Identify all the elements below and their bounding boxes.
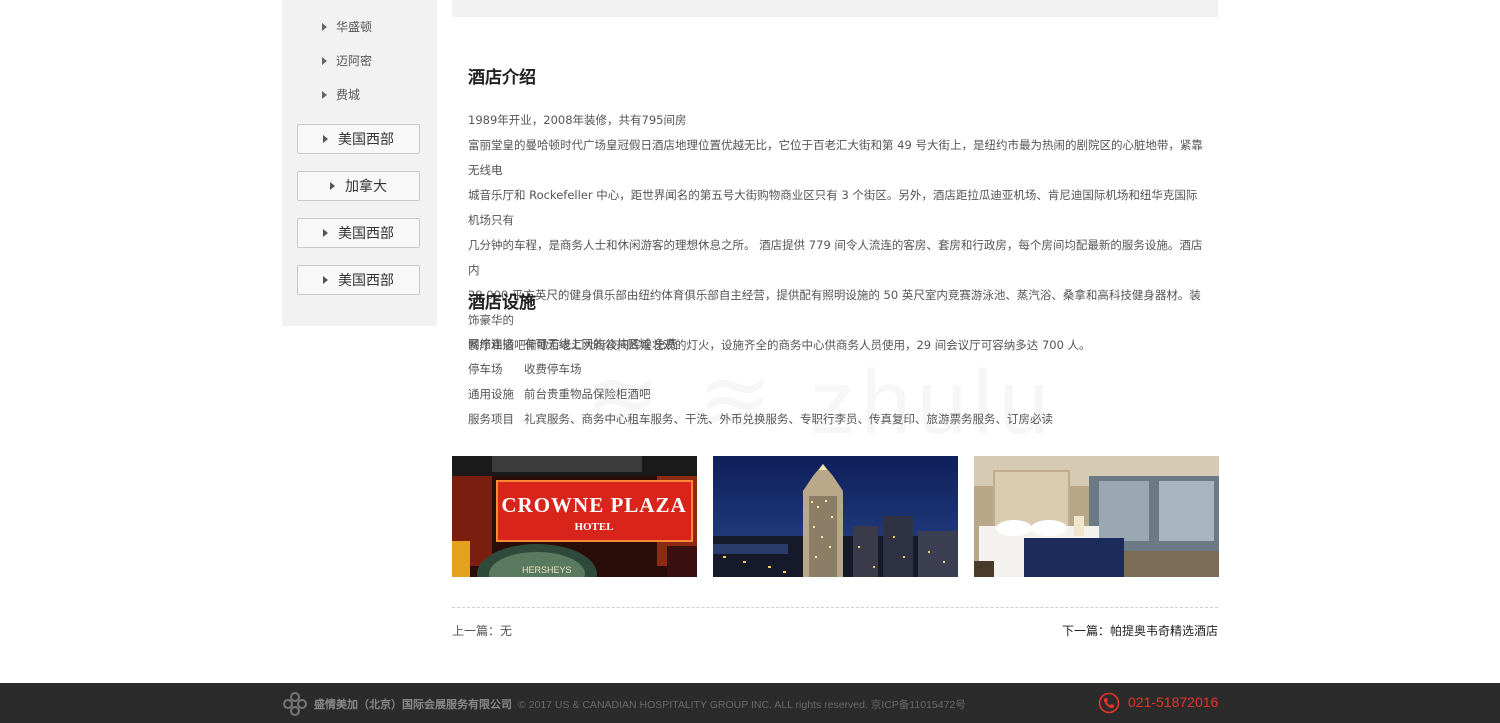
hotel-photo-room[interactable] (974, 456, 1219, 577)
section-title-facilities: 酒店设施 (468, 293, 536, 313)
sign-subtext: HOTEL (574, 521, 613, 533)
skyline-image (713, 456, 958, 577)
caret-right-icon (322, 23, 327, 31)
caret-right-icon (322, 91, 327, 99)
content-divider (452, 607, 1218, 608)
company-logo-icon (283, 692, 307, 716)
sidebar: 华盛顿 迈阿密 费城 美国西部 加拿大 美国西部 美国西部 (282, 0, 437, 326)
region-button-us-west-3[interactable]: 美国西部 (297, 265, 420, 295)
intro-line: 1989年开业，2008年装修，共有795间房 (468, 113, 687, 127)
section-title-intro: 酒店介绍 (468, 68, 536, 88)
intro-line: 城音乐厅和 Rockefeller 中心，距世界闻名的第五号大街购物商业区只有 … (468, 188, 1198, 227)
prev-article-link: 上一篇：无 (452, 624, 513, 638)
caret-right-icon (323, 276, 328, 284)
region-button-label: 美国西部 (338, 226, 394, 242)
intro-line: 几分钟的车程，是商务人士和休闲游客的理想休息之所。 酒店提供 779 间令人流连… (468, 238, 1203, 277)
facility-row: 通用设施 前台贵重物品保险柜酒吧 (468, 382, 1208, 407)
facilities-list: 网络连接 有可无线上网的公共区域 免费 停车场 收费停车场 通用设施 前台贵重物… (468, 332, 1208, 432)
facility-value: 礼宾服务、商务中心租车服务、干洗、外币兑换服务、专职行李员、传真复印、旅游票务服… (524, 412, 1053, 426)
hotel-sign-image: CROWNE PLAZA HOTEL HERSHEYS (452, 456, 697, 577)
facility-label: 服务项目 (468, 412, 514, 426)
caret-right-icon (322, 57, 327, 65)
facility-value: 有可无线上网的公共区域 免费 (524, 337, 678, 351)
facility-label: 通用设施 (468, 387, 514, 401)
region-button-canada[interactable]: 加拿大 (297, 171, 420, 201)
facility-row: 停车场 收费停车场 (468, 357, 1208, 382)
footer: 盛情美加（北京）国际会展服务有限公司 © 2017 US & CANADIAN … (0, 683, 1500, 723)
guest-room-image (974, 456, 1219, 577)
caret-right-icon (330, 182, 335, 190)
footer-phone-number[interactable]: 021-51872016 (1128, 694, 1218, 710)
facility-label: 网络连接 (468, 337, 514, 351)
footer-copyright: © 2017 US & CANADIAN HOSPITALITY GROUP I… (518, 699, 966, 711)
next-article-link[interactable]: 下一篇：帕提奥韦奇精选酒店 (1062, 622, 1218, 639)
region-button-us-west-2[interactable]: 美国西部 (297, 218, 420, 248)
sidebar-subitem-philadelphia[interactable]: 费城 (322, 85, 360, 105)
sidebar-subitem-label: 华盛顿 (336, 20, 373, 34)
intro-line: 29,000 平方英尺的健身俱乐部由纽约体育俱乐部自主经营，提供配有照明设施的 … (468, 288, 1201, 327)
facility-row: 服务项目 礼宾服务、商务中心租车服务、干洗、外币兑换服务、专职行李员、传真复印、… (468, 407, 1208, 432)
caret-right-icon (323, 135, 328, 143)
hotel-photo-skyline[interactable] (713, 456, 958, 577)
intro-line: 富丽堂皇的曼哈顿时代广场皇冠假日酒店地理位置优越无比，它位于百老汇大街和第 49… (468, 138, 1203, 177)
footer-company-name: 盛情美加（北京）国际会展服务有限公司 (314, 698, 512, 711)
hotel-photo-sign[interactable]: CROWNE PLAZA HOTEL HERSHEYS (452, 456, 697, 577)
facility-value: 前台贵重物品保险柜酒吧 (524, 387, 651, 401)
facility-value: 收费停车场 (524, 362, 582, 376)
region-button-label: 加拿大 (345, 179, 387, 195)
sidebar-subitem-miami[interactable]: 迈阿密 (322, 51, 372, 71)
facility-row: 网络连接 有可无线上网的公共区域 免费 (468, 332, 1208, 357)
region-button-us-west[interactable]: 美国西部 (297, 124, 420, 154)
sign-small-text: HERSHEYS (522, 565, 572, 575)
hotel-intro-text: 1989年开业，2008年装修，共有795间房 富丽堂皇的曼哈顿时代广场皇冠假日… (468, 108, 1208, 358)
sign-text: CROWNE PLAZA (501, 493, 686, 517)
sidebar-subitem-label: 迈阿密 (336, 54, 373, 68)
facility-label: 停车场 (468, 362, 503, 376)
region-button-label: 美国西部 (338, 273, 394, 289)
phone-icon (1098, 692, 1120, 714)
top-header-band (452, 0, 1218, 17)
sidebar-subitem-label: 费城 (336, 88, 361, 102)
sidebar-subitem-washington[interactable]: 华盛顿 (322, 17, 372, 37)
caret-right-icon (323, 229, 328, 237)
region-button-label: 美国西部 (338, 132, 394, 148)
